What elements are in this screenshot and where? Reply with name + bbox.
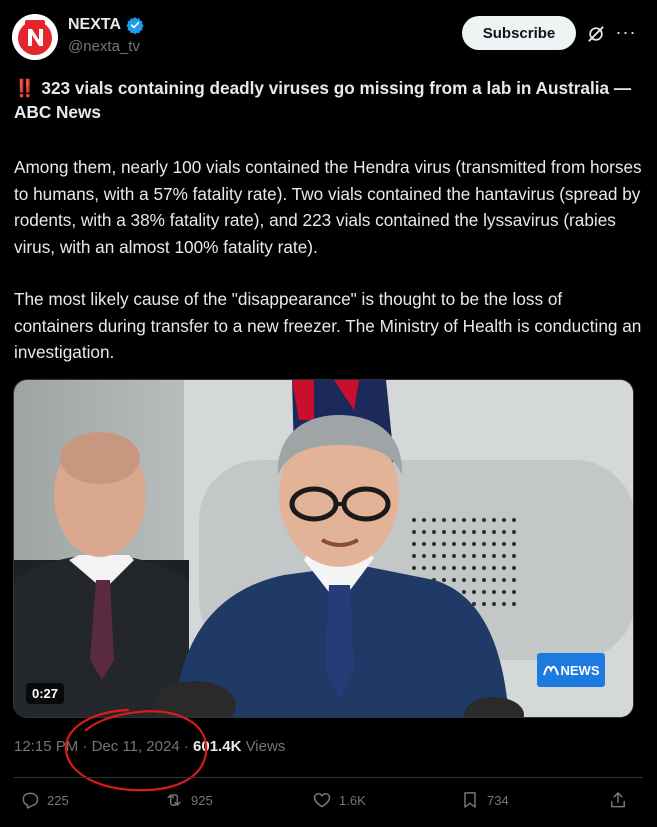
grok-icon[interactable] <box>586 24 606 44</box>
bookmark-icon <box>464 792 476 808</box>
tweet-meta: 12:15 PM · Dec 11, 2024 · 601.4K Views <box>14 738 285 755</box>
views-count[interactable]: 601.4K <box>193 738 241 755</box>
reply-count: 225 <box>47 792 69 808</box>
avatar[interactable] <box>12 14 58 60</box>
heart-icon <box>313 793 331 808</box>
tweet-body: Among them, nearly 100 vials contained t… <box>14 154 643 392</box>
reply-icon <box>22 792 39 809</box>
bookmark-button[interactable]: 734 <box>460 790 509 810</box>
share-button[interactable] <box>608 790 628 810</box>
repost-button[interactable]: 925 <box>164 790 213 810</box>
tweet-time[interactable]: 12:15 PM <box>14 738 78 755</box>
like-button[interactable]: 1.6K <box>312 790 366 810</box>
video-player[interactable]: 0:27 NEWS <box>13 379 634 718</box>
action-bar: 225 925 1.6K 734 <box>14 790 643 816</box>
reply-button[interactable]: 225 <box>20 790 69 810</box>
abc-logo-icon <box>542 665 559 676</box>
repost-icon <box>167 794 181 806</box>
abc-news-watermark: NEWS <box>537 653 605 687</box>
views-label: Views <box>245 738 286 755</box>
nexta-logo-icon <box>12 14 58 60</box>
headline-text: 323 vials containing deadly viruses go m… <box>14 78 632 122</box>
repost-count: 925 <box>191 792 213 808</box>
account-info: NEXTA @nexta_tv <box>68 16 144 55</box>
like-count: 1.6K <box>339 792 366 808</box>
display-name[interactable]: NEXTA <box>68 16 121 34</box>
share-icon <box>611 792 625 808</box>
abc-news-label: NEWS <box>560 662 600 678</box>
subscribe-button[interactable]: Subscribe <box>462 16 576 50</box>
verified-badge-icon <box>126 17 144 34</box>
divider <box>14 777 643 778</box>
double-exclamation-icon: ‼️ <box>14 78 36 98</box>
body-paragraph: Among them, nearly 100 vials contained t… <box>14 157 642 257</box>
meta-separator: · <box>82 738 92 755</box>
handle[interactable]: @nexta_tv <box>68 38 144 55</box>
tweet-date[interactable]: Dec 11, 2024 <box>92 738 180 755</box>
bookmark-count: 734 <box>487 792 509 808</box>
tweet-header: NEXTA @nexta_tv Subscribe ··· <box>12 12 645 60</box>
meta-separator: · <box>183 738 194 755</box>
tweet-headline: ‼️ 323 vials containing deadly viruses go… <box>14 76 643 124</box>
video-duration: 0:27 <box>26 683 65 704</box>
body-paragraph: The most likely cause of the "disappeara… <box>14 289 642 362</box>
more-icon[interactable]: ··· <box>615 21 637 43</box>
